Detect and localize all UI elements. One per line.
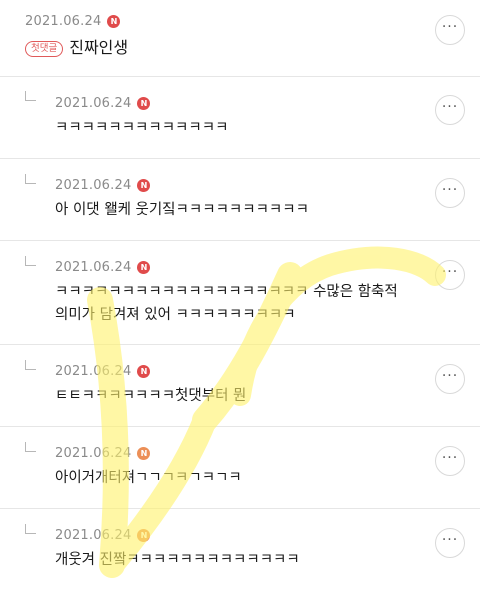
more-icon: ··· bbox=[441, 99, 459, 115]
comment-body: 첫댓글 진짜인생 bbox=[25, 35, 128, 61]
more-options-button[interactable]: ··· bbox=[435, 178, 465, 208]
comment-date: 2021.06.24 bbox=[55, 528, 132, 543]
comment-date: 2021.06.24 bbox=[55, 96, 132, 111]
comment-meta: 2021.06.24 N bbox=[55, 178, 151, 193]
reply-arrow-icon bbox=[25, 524, 36, 534]
comment-meta: 2021.06.24 N bbox=[55, 446, 151, 461]
reply-item: 2021.06.24 N 아 이댓 왤케 웃기짘ㅋㅋㅋㅋㅋㅋㅋㅋㅋㅋ ··· bbox=[0, 159, 480, 241]
more-icon: ··· bbox=[441, 264, 459, 280]
comment-text: 아이거개터져ㄱㄱㄱㅋㄱㅋㄱㅋ bbox=[55, 470, 242, 486]
new-badge: N bbox=[137, 447, 151, 460]
new-badge: N bbox=[137, 365, 151, 378]
new-badge: N bbox=[107, 15, 121, 28]
more-options-button[interactable]: ··· bbox=[435, 95, 465, 125]
comment-meta: 2021.06.24 N bbox=[25, 14, 121, 29]
reply-arrow-icon bbox=[25, 360, 36, 370]
comment-meta: 2021.06.24 N bbox=[55, 260, 151, 275]
reply-arrow-icon bbox=[25, 174, 36, 184]
reply-arrow-icon bbox=[25, 91, 36, 101]
new-badge: N bbox=[137, 529, 151, 542]
more-options-button[interactable]: ··· bbox=[435, 528, 465, 558]
comment-date: 2021.06.24 bbox=[55, 364, 132, 379]
reply-item: 2021.06.24 N ㅌㅌㅋㅋㅋㅋㅋㅋㅋ첫댓부터 뭔 ··· bbox=[0, 345, 480, 427]
more-icon: ··· bbox=[441, 532, 459, 548]
reply-arrow-icon bbox=[25, 256, 36, 266]
comment-text-line2: 의미가 담겨져 있어 ㅋㅋㅋㅋㅋㅋㅋㅋㅋ bbox=[55, 307, 296, 323]
reply-arrow-icon bbox=[25, 442, 36, 452]
comment-text: 아 이댓 왤케 웃기짘ㅋㅋㅋㅋㅋㅋㅋㅋㅋㅋ bbox=[55, 202, 309, 218]
comment-text: ㅌㅌㅋㅋㅋㅋㅋㅋㅋ첫댓부터 뭔 bbox=[55, 388, 247, 404]
reply-item: 2021.06.24 N 아이거개터져ㄱㄱㄱㅋㄱㅋㄱㅋ ··· bbox=[0, 427, 480, 509]
comment-text: ㅋㅋㅋㅋㅋㅋㅋㅋㅋㅋㅋㅋㅋ bbox=[55, 120, 229, 136]
new-badge: N bbox=[137, 261, 151, 274]
comment-text: 진짜인생 bbox=[69, 38, 129, 57]
reply-item: 2021.06.24 N 개웃겨 진짴ㅋㅋㅋㅋㅋㅋㅋㅋㅋㅋㅋㅋㅋ ··· bbox=[0, 509, 480, 604]
comment-date: 2021.06.24 bbox=[55, 260, 132, 275]
comment-date: 2021.06.24 bbox=[55, 178, 132, 193]
more-options-button[interactable]: ··· bbox=[435, 15, 465, 45]
comment-meta: 2021.06.24 N bbox=[55, 96, 151, 111]
more-options-button[interactable]: ··· bbox=[435, 364, 465, 394]
more-icon: ··· bbox=[441, 368, 459, 384]
more-options-button[interactable]: ··· bbox=[435, 260, 465, 290]
reply-item: 2021.06.24 N ㅋㅋㅋㅋㅋㅋㅋㅋㅋㅋㅋㅋㅋㅋㅋㅋㅋㅋㅋ 수많은 함축적… bbox=[0, 241, 480, 345]
comment-date: 2021.06.24 bbox=[25, 14, 102, 29]
new-badge: N bbox=[137, 179, 151, 192]
more-icon: ··· bbox=[441, 19, 459, 35]
comment-meta: 2021.06.24 N bbox=[55, 528, 151, 543]
comment-meta: 2021.06.24 N bbox=[55, 364, 151, 379]
more-icon: ··· bbox=[441, 450, 459, 466]
new-badge: N bbox=[137, 97, 151, 110]
comment-item: 2021.06.24 N 첫댓글 진짜인생 ··· bbox=[0, 0, 480, 77]
comment-date: 2021.06.24 bbox=[55, 446, 132, 461]
more-icon: ··· bbox=[441, 182, 459, 198]
first-comment-tag: 첫댓글 bbox=[25, 40, 64, 57]
reply-item: 2021.06.24 N ㅋㅋㅋㅋㅋㅋㅋㅋㅋㅋㅋㅋㅋ ··· bbox=[0, 77, 480, 159]
more-options-button[interactable]: ··· bbox=[435, 446, 465, 476]
comment-text: 개웃겨 진짴ㅋㅋㅋㅋㅋㅋㅋㅋㅋㅋㅋㅋㅋ bbox=[55, 552, 300, 568]
